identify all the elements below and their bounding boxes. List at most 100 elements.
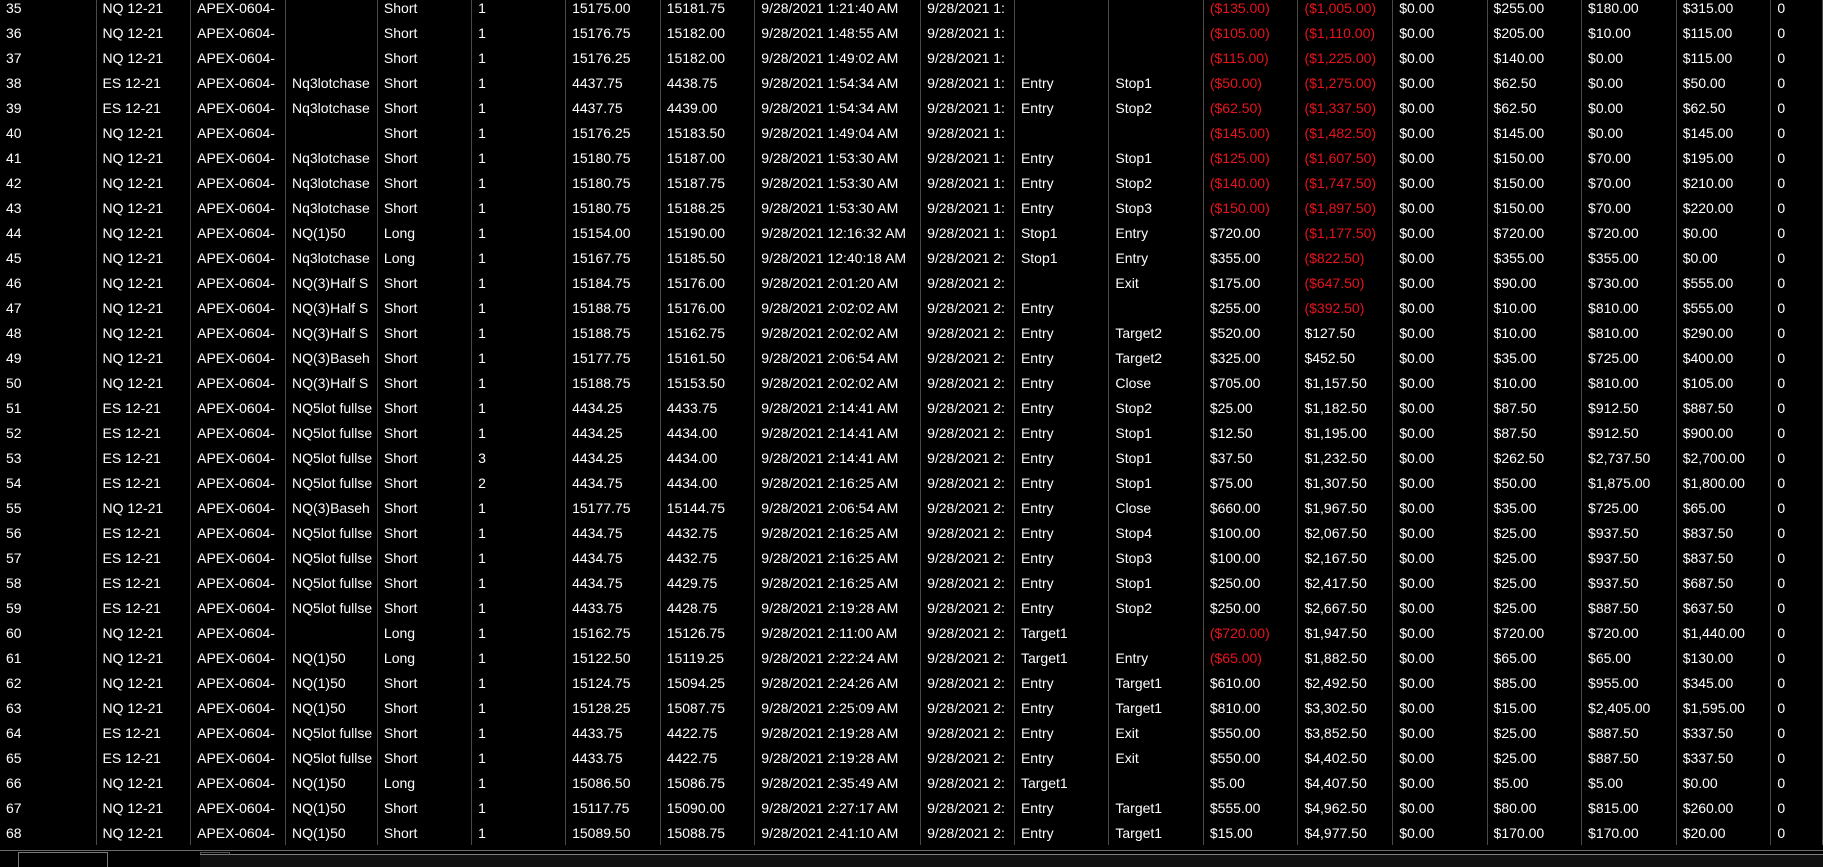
- table-cell: Entry: [1014, 145, 1110, 170]
- table-cell: 15128.25: [565, 695, 661, 720]
- table-cell: NQ 12-21: [96, 345, 192, 370]
- table-row[interactable]: 54 ES 12-21 APEX-0604- NQ5lot fullse Short 2 4…: [0, 470, 1823, 495]
- table-cell: Exit: [1108, 745, 1204, 770]
- table-row[interactable]: 43 NQ 12-21 APEX-0604- Nq3lotchase Short 1 151…: [0, 195, 1823, 220]
- table-cell: Long: [377, 620, 473, 645]
- sheet-tab[interactable]: [18, 852, 108, 867]
- table-row[interactable]: 41 NQ 12-21 APEX-0604- Nq3lotchase Short 1 151…: [0, 145, 1823, 170]
- table-cell: Short: [377, 170, 473, 195]
- table-cell: Entry: [1108, 245, 1204, 270]
- table-cell: Short: [377, 270, 473, 295]
- table-row[interactable]: 53 ES 12-21 APEX-0604- NQ5lot fullse Short 3 4…: [0, 445, 1823, 470]
- table-cell: APEX-0604-: [190, 795, 286, 820]
- table-cell: Short: [377, 195, 473, 220]
- table-cell: 9/28/2021 2:: [920, 670, 1015, 695]
- table-cell: [1014, 45, 1110, 70]
- table-row[interactable]: 60 NQ 12-21 APEX-0604- Long 1 15162.75 15126.7…: [0, 620, 1823, 645]
- table-row[interactable]: 59 ES 12-21 APEX-0604- NQ5lot fullse Short 1 4…: [0, 595, 1823, 620]
- table-row[interactable]: 46 NQ 12-21 APEX-0604- NQ(3)Half S Short 1 151…: [0, 270, 1823, 295]
- table-cell: APEX-0604-: [190, 495, 286, 520]
- table-cell: 9/28/2021 2:41:10 AM: [754, 820, 922, 845]
- table-cell: 0: [1770, 70, 1823, 95]
- table-row[interactable]: 66 NQ 12-21 APEX-0604- NQ(1)50 Long 1 15086.50…: [0, 770, 1823, 795]
- table-cell: 0: [1770, 195, 1823, 220]
- table-row[interactable]: 48 NQ 12-21 APEX-0604- NQ(3)Half S Short 1 151…: [0, 320, 1823, 345]
- table-cell: 15181.75: [660, 0, 756, 20]
- table-cell: $85.00: [1487, 670, 1583, 695]
- table-cell: $10.00: [1487, 295, 1583, 320]
- table-row[interactable]: 67 NQ 12-21 APEX-0604- NQ(1)50 Short 1 15117.7…: [0, 795, 1823, 820]
- table-cell: 9/28/2021 1:: [920, 20, 1015, 45]
- table-cell: 9/28/2021 1:: [920, 145, 1015, 170]
- table-cell: $0.00: [1581, 95, 1677, 120]
- table-cell: ($822.50): [1297, 245, 1394, 270]
- table-row[interactable]: 64 ES 12-21 APEX-0604- NQ5lot fullse Short 1 4…: [0, 720, 1823, 745]
- table-row[interactable]: 51 ES 12-21 APEX-0604- NQ5lot fullse Short 1 4…: [0, 395, 1823, 420]
- table-cell: 15122.50: [565, 645, 661, 670]
- table-row[interactable]: 68 NQ 12-21 APEX-0604- NQ(1)50 Short 1 15089.5…: [0, 820, 1823, 845]
- table-cell: Short: [377, 820, 473, 845]
- table-cell: $260.00: [1676, 795, 1772, 820]
- table-cell: 37: [0, 45, 97, 70]
- table-cell: 49: [0, 345, 97, 370]
- table-cell: Stop1: [1108, 420, 1204, 445]
- table-cell: 15153.50: [660, 370, 756, 395]
- table-row[interactable]: 39 ES 12-21 APEX-0604- Nq3lotchase Short 1 443…: [0, 95, 1823, 120]
- table-row[interactable]: 47 NQ 12-21 APEX-0604- NQ(3)Half S Short 1 151…: [0, 295, 1823, 320]
- table-row[interactable]: 36 NQ 12-21 APEX-0604- Short 1 15176.75 15182.…: [0, 20, 1823, 45]
- table-row[interactable]: 61 NQ 12-21 APEX-0604- NQ(1)50 Long 1 15122.50…: [0, 645, 1823, 670]
- table-row[interactable]: 58 ES 12-21 APEX-0604- NQ5lot fullse Short 1 4…: [0, 570, 1823, 595]
- table-cell: $2,405.00: [1581, 695, 1677, 720]
- table-row[interactable]: 35 NQ 12-21 APEX-0604- Short 1 15175.00 15181.…: [0, 0, 1823, 20]
- table-row[interactable]: 50 NQ 12-21 APEX-0604- NQ(3)Half S Short 1 151…: [0, 370, 1823, 395]
- table-cell: NQ5lot fullse: [285, 445, 378, 470]
- table-cell: 9/28/2021 1:53:30 AM: [754, 170, 922, 195]
- table-cell: Stop2: [1108, 595, 1204, 620]
- table-cell: 9/28/2021 2:: [920, 720, 1015, 745]
- table-cell: APEX-0604-: [190, 820, 286, 845]
- table-row[interactable]: 62 NQ 12-21 APEX-0604- NQ(1)50 Short 1 15124.7…: [0, 670, 1823, 695]
- table-cell: $337.50: [1676, 745, 1772, 770]
- table-cell: $955.00: [1581, 670, 1677, 695]
- table-cell: 4422.75: [660, 745, 756, 770]
- table-cell: Short: [377, 145, 473, 170]
- table-cell: Entry: [1014, 495, 1110, 520]
- table-row[interactable]: 45 NQ 12-21 APEX-0604- Nq3lotchase Long 1 1516…: [0, 245, 1823, 270]
- table-cell: $180.00: [1581, 0, 1677, 20]
- table-row[interactable]: 55 NQ 12-21 APEX-0604- NQ(3)Baseh Short 1 1517…: [0, 495, 1823, 520]
- table-row[interactable]: 44 NQ 12-21 APEX-0604- NQ(1)50 Long 1 15154.00…: [0, 220, 1823, 245]
- table-cell: $810.00: [1581, 370, 1677, 395]
- horizontal-scrollbar[interactable]: [200, 854, 1823, 867]
- table-cell: Short: [377, 420, 473, 445]
- table-row[interactable]: 65 ES 12-21 APEX-0604- NQ5lot fullse Short 1 4…: [0, 745, 1823, 770]
- table-cell: $0.00: [1392, 620, 1488, 645]
- table-cell: 15089.50: [565, 820, 661, 845]
- table-row[interactable]: 63 NQ 12-21 APEX-0604- NQ(1)50 Short 1 15128.2…: [0, 695, 1823, 720]
- table-cell: ($145.00): [1203, 120, 1299, 145]
- trades-grid[interactable]: 35 NQ 12-21 APEX-0604- Short 1 15175.00 15181.…: [0, 0, 1823, 850]
- table-row[interactable]: 49 NQ 12-21 APEX-0604- NQ(3)Baseh Short 1 1517…: [0, 345, 1823, 370]
- table-cell: APEX-0604-: [190, 320, 286, 345]
- table-cell: 9/28/2021 1:: [920, 195, 1015, 220]
- table-cell: 9/28/2021 2:: [920, 245, 1015, 270]
- table-cell: 41: [0, 145, 97, 170]
- table-cell: NQ 12-21: [96, 20, 192, 45]
- table-cell: $555.00: [1676, 270, 1772, 295]
- table-cell: 4434.00: [660, 445, 756, 470]
- table-cell: 0: [1770, 520, 1823, 545]
- table-row[interactable]: 40 NQ 12-21 APEX-0604- Short 1 15176.25 15183.…: [0, 120, 1823, 145]
- table-cell: $35.00: [1487, 495, 1583, 520]
- table-cell: $0.00: [1392, 345, 1488, 370]
- table-cell: Entry: [1014, 195, 1110, 220]
- table-cell: NQ 12-21: [96, 245, 192, 270]
- table-row[interactable]: 42 NQ 12-21 APEX-0604- Nq3lotchase Short 1 151…: [0, 170, 1823, 195]
- table-cell: 0: [1770, 720, 1823, 745]
- table-cell: $10.00: [1581, 20, 1677, 45]
- table-row[interactable]: 38 ES 12-21 APEX-0604- Nq3lotchase Short 1 443…: [0, 70, 1823, 95]
- table-cell: 36: [0, 20, 97, 45]
- table-cell: Close: [1108, 495, 1204, 520]
- table-row[interactable]: 57 ES 12-21 APEX-0604- NQ5lot fullse Short 1 4…: [0, 545, 1823, 570]
- table-row[interactable]: 56 ES 12-21 APEX-0604- NQ5lot fullse Short 1 4…: [0, 520, 1823, 545]
- table-row[interactable]: 52 ES 12-21 APEX-0604- NQ5lot fullse Short 1 4…: [0, 420, 1823, 445]
- table-row[interactable]: 37 NQ 12-21 APEX-0604- Short 1 15176.25 15182.…: [0, 45, 1823, 70]
